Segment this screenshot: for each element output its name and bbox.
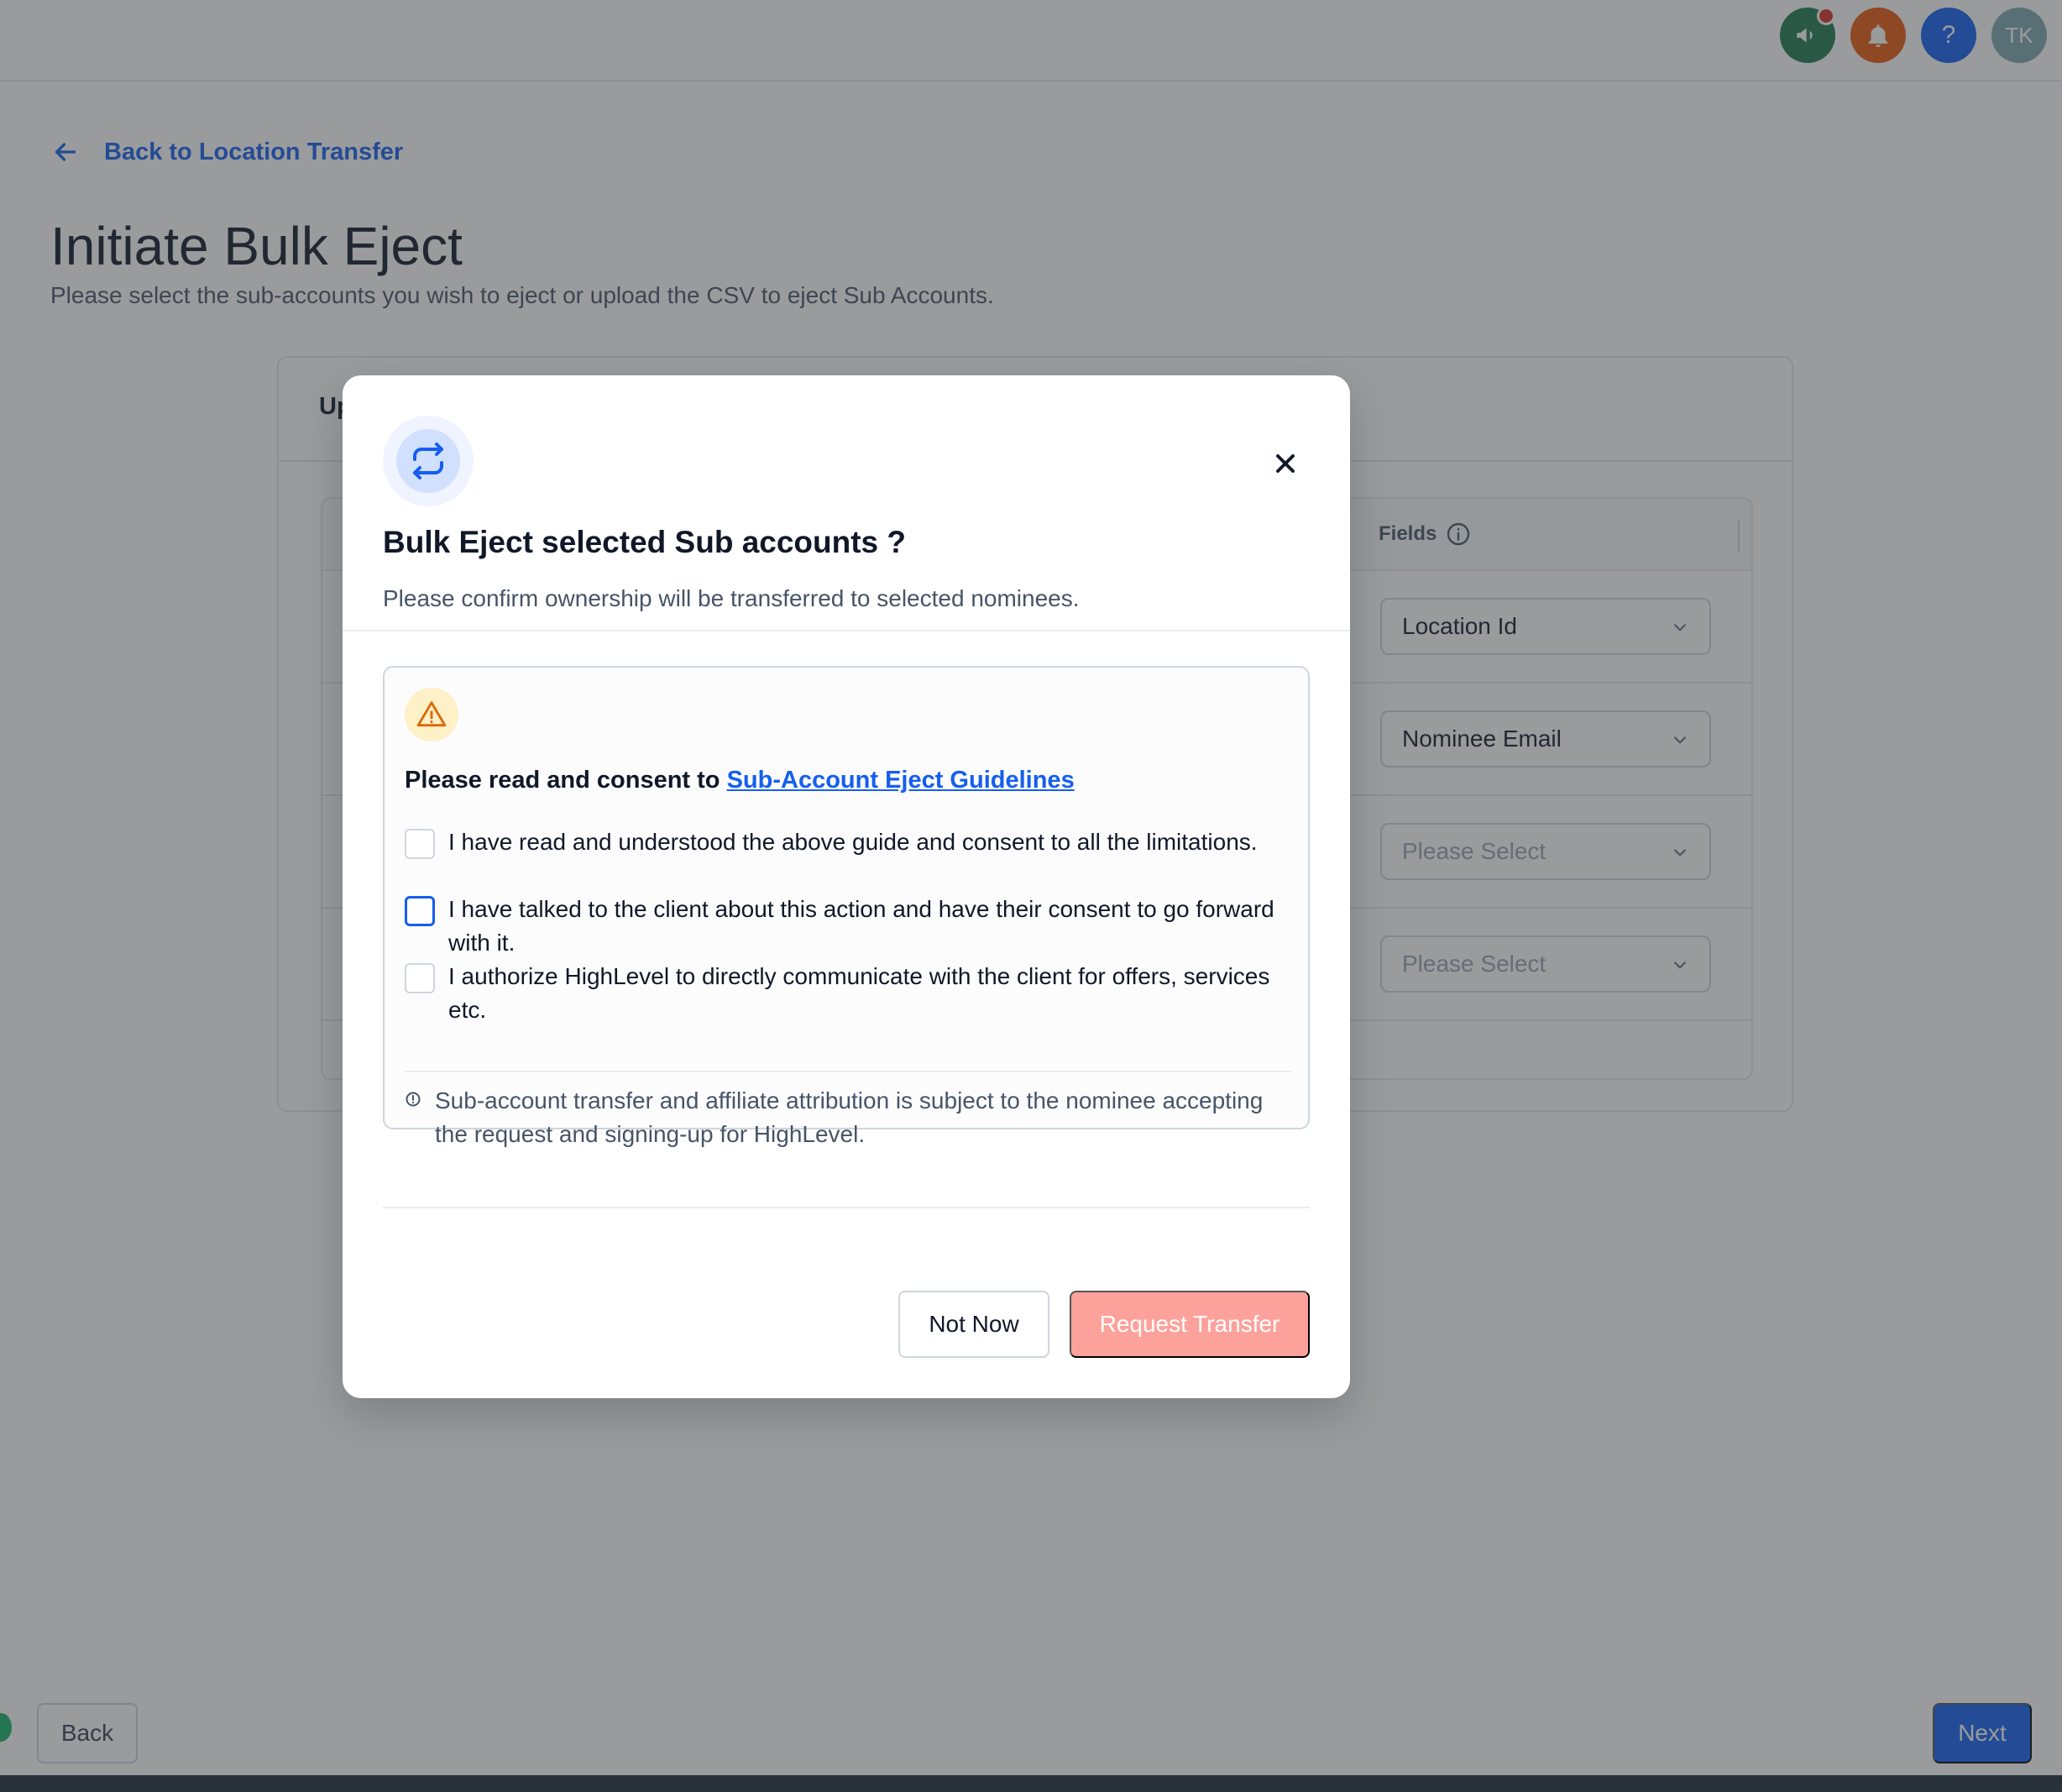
modal-title: Bulk Eject selected Sub accounts ? bbox=[383, 525, 907, 559]
info-note-text: Sub-account transfer and affiliate attri… bbox=[435, 1087, 1264, 1147]
consent-checkbox-row[interactable]: I have read and understood the above gui… bbox=[405, 825, 1295, 859]
checkbox-label: I have read and understood the above gui… bbox=[448, 829, 1258, 855]
divider bbox=[343, 630, 1350, 631]
checkbox-label: I have talked to the client about this a… bbox=[448, 896, 1274, 956]
consent-heading-text: Please read and consent to bbox=[405, 767, 727, 794]
transfer-icon bbox=[413, 443, 443, 479]
consent-checkbox-communication[interactable] bbox=[405, 963, 435, 993]
divider bbox=[383, 1207, 1310, 1208]
info-icon bbox=[406, 1092, 421, 1107]
not-now-button[interactable]: Not Now bbox=[898, 1291, 1049, 1358]
divider bbox=[405, 1071, 1291, 1072]
close-icon bbox=[1276, 454, 1295, 473]
modal-header-icon bbox=[383, 416, 474, 506]
consent-checkbox-client[interactable] bbox=[405, 896, 435, 926]
checkbox-label: I authorize HighLevel to directly commun… bbox=[448, 963, 1270, 1023]
consent-panel: Please read and consent to Sub-Account E… bbox=[383, 666, 1310, 1147]
consent-checkbox-row[interactable]: I have talked to the client about this a… bbox=[405, 893, 1295, 960]
info-note: Sub-account transfer and affiliate attri… bbox=[405, 1084, 1295, 1151]
consent-heading: Please read and consent to Sub-Account E… bbox=[405, 767, 1075, 794]
warning-icon bbox=[416, 701, 447, 727]
consent-checkbox-guide[interactable] bbox=[405, 829, 435, 859]
warning-icon-badge bbox=[405, 688, 458, 741]
bulk-eject-modal: Bulk Eject selected Sub accounts ? Pleas… bbox=[343, 375, 1350, 1398]
eject-guidelines-link[interactable]: Sub-Account Eject Guidelines bbox=[727, 767, 1075, 794]
consent-checkbox-row[interactable]: I authorize HighLevel to directly commun… bbox=[405, 960, 1295, 1027]
modal-subtitle: Please confirm ownership will be transfe… bbox=[383, 585, 1080, 611]
close-button[interactable] bbox=[1264, 443, 1306, 485]
request-transfer-button[interactable]: Request Transfer bbox=[1070, 1291, 1310, 1358]
